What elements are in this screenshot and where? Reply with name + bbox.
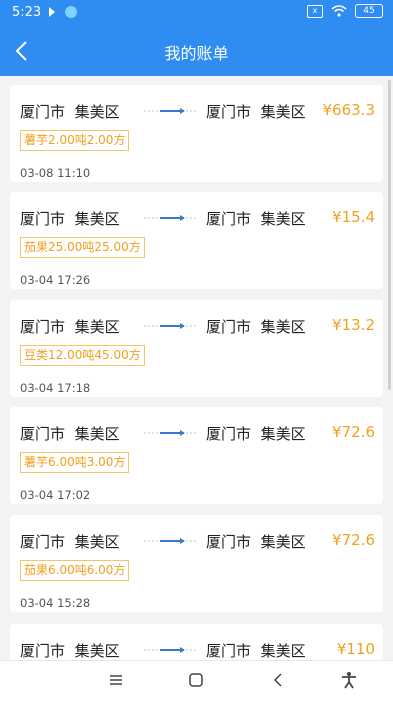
bill-card[interactable]: 厦门市 集美区 厦门市 集美区 ¥13.2 豆类12.00吨45.00方 03-… [10, 300, 383, 397]
dest-district: 集美区 [260, 210, 306, 228]
bill-card[interactable]: 厦门市 集美区 厦门市 集美区 ¥72.6 薯芋6.00吨3.00方 03-04… [10, 407, 383, 504]
dest-district: 集美区 [260, 642, 306, 660]
top-navbar: 我的账单 [0, 26, 393, 76]
route-row: 厦门市 集美区 厦门市 集美区 ¥72.6 [20, 531, 375, 553]
scrollbar[interactable] [388, 80, 391, 390]
bill-price: ¥13.2 [332, 316, 375, 334]
route-origin: 厦门市 集美区 [20, 423, 120, 444]
bill-price: ¥72.6 [332, 423, 375, 441]
arrow-right-icon [144, 108, 198, 114]
dest-city: 厦门市 [206, 103, 252, 121]
origin-city: 厦门市 [20, 642, 66, 660]
notification-app-icon [49, 7, 55, 17]
cargo-tag: 茄果6.00吨6.00方 [20, 560, 130, 581]
origin-district: 集美区 [74, 318, 120, 336]
origin-district: 集美区 [74, 533, 120, 551]
origin-city: 厦门市 [20, 533, 66, 551]
bill-price: ¥110 [336, 640, 375, 658]
route-origin: 厦门市 集美区 [20, 531, 120, 552]
route-origin: 厦门市 集美区 [20, 101, 120, 122]
bill-card[interactable]: 厦门市 集美区 厦门市 集美区 ¥663.3 薯芋2.00吨2.00方 03-0… [10, 85, 383, 182]
route-row: 厦门市 集美区 厦门市 集美区 ¥13.2 [20, 316, 375, 338]
dest-city: 厦门市 [206, 318, 252, 336]
origin-district: 集美区 [74, 103, 120, 121]
cargo-tag: 茄果25.00吨25.00方 [20, 237, 145, 258]
bill-time: 03-04 17:26 [20, 273, 91, 287]
origin-district: 集美区 [74, 425, 120, 443]
bill-card[interactable]: 厦门市 集美区 厦门市 集美区 ¥15.4 茄果25.00吨25.00方 03-… [10, 192, 383, 289]
status-time: 5:23 [12, 5, 42, 20]
sim-icon: x [307, 4, 323, 18]
bill-card[interactable]: 厦门市 集美区 厦门市 集美区 ¥110 [10, 624, 383, 660]
arrow-right-icon [144, 538, 198, 544]
bill-card[interactable]: 厦门市 集美区 厦门市 集美区 ¥72.6 茄果6.00吨6.00方 03-04… [10, 515, 383, 612]
route-origin: 厦门市 集美区 [20, 208, 120, 229]
wifi-icon [331, 5, 347, 17]
route-origin: 厦门市 集美区 [20, 316, 120, 337]
dest-district: 集美区 [260, 533, 306, 551]
battery-icon: 45 [355, 4, 383, 18]
arrow-right-icon [144, 647, 198, 653]
route-destination: 厦门市 集美区 [206, 531, 306, 552]
bill-time: 03-04 15:28 [20, 596, 91, 610]
dest-district: 集美区 [260, 103, 306, 121]
route-destination: 厦门市 集美区 [206, 640, 306, 660]
origin-city: 厦门市 [20, 425, 66, 443]
cargo-tag: 豆类12.00吨45.00方 [20, 345, 145, 366]
route-origin: 厦门市 集美区 [20, 640, 120, 660]
route-destination: 厦门市 集美区 [206, 316, 306, 337]
cargo-tag: 薯芋6.00吨3.00方 [20, 452, 130, 473]
arrow-right-icon [144, 430, 198, 436]
menu-icon[interactable] [106, 670, 126, 690]
origin-district: 集美区 [74, 210, 120, 228]
route-row: 厦门市 集美区 厦门市 集美区 ¥110 [20, 640, 375, 660]
dest-city: 厦门市 [206, 425, 252, 443]
bill-time: 03-04 17:18 [20, 381, 91, 395]
dest-city: 厦门市 [206, 642, 252, 660]
home-icon[interactable] [186, 670, 206, 690]
bill-price: ¥72.6 [332, 531, 375, 549]
arrow-right-icon [144, 215, 198, 221]
bill-price: ¥15.4 [332, 208, 375, 226]
dest-city: 厦门市 [206, 210, 252, 228]
origin-city: 厦门市 [20, 210, 66, 228]
dest-district: 集美区 [260, 425, 306, 443]
route-row: 厦门市 集美区 厦门市 集美区 ¥72.6 [20, 423, 375, 445]
dest-city: 厦门市 [206, 533, 252, 551]
status-right: x 45 [307, 4, 383, 18]
origin-city: 厦门市 [20, 103, 66, 121]
page-title: 我的账单 [164, 44, 229, 63]
cargo-tag: 薯芋2.00吨2.00方 [20, 130, 130, 151]
bill-time: 03-04 17:02 [20, 488, 91, 502]
bill-list[interactable]: 厦门市 集美区 厦门市 集美区 ¥663.3 薯芋2.00吨2.00方 03-0… [0, 76, 393, 660]
origin-city: 厦门市 [20, 318, 66, 336]
origin-district: 集美区 [74, 642, 120, 660]
route-destination: 厦门市 集美区 [206, 101, 306, 122]
bill-time: 03-08 11:10 [20, 166, 91, 180]
bill-price: ¥663.3 [322, 101, 376, 119]
back-icon[interactable] [269, 670, 289, 690]
system-nav-bar [0, 660, 393, 701]
route-row: 厦门市 集美区 厦门市 集美区 ¥15.4 [20, 208, 375, 230]
arrow-right-icon [144, 323, 198, 329]
accessibility-icon[interactable] [339, 670, 359, 690]
route-destination: 厦门市 集美区 [206, 423, 306, 444]
route-destination: 厦门市 集美区 [206, 208, 306, 229]
dest-district: 集美区 [260, 318, 306, 336]
notification-app2-icon [65, 6, 77, 18]
status-bar: 5:23 x 45 [0, 0, 393, 26]
route-row: 厦门市 集美区 厦门市 集美区 ¥663.3 [20, 101, 375, 123]
